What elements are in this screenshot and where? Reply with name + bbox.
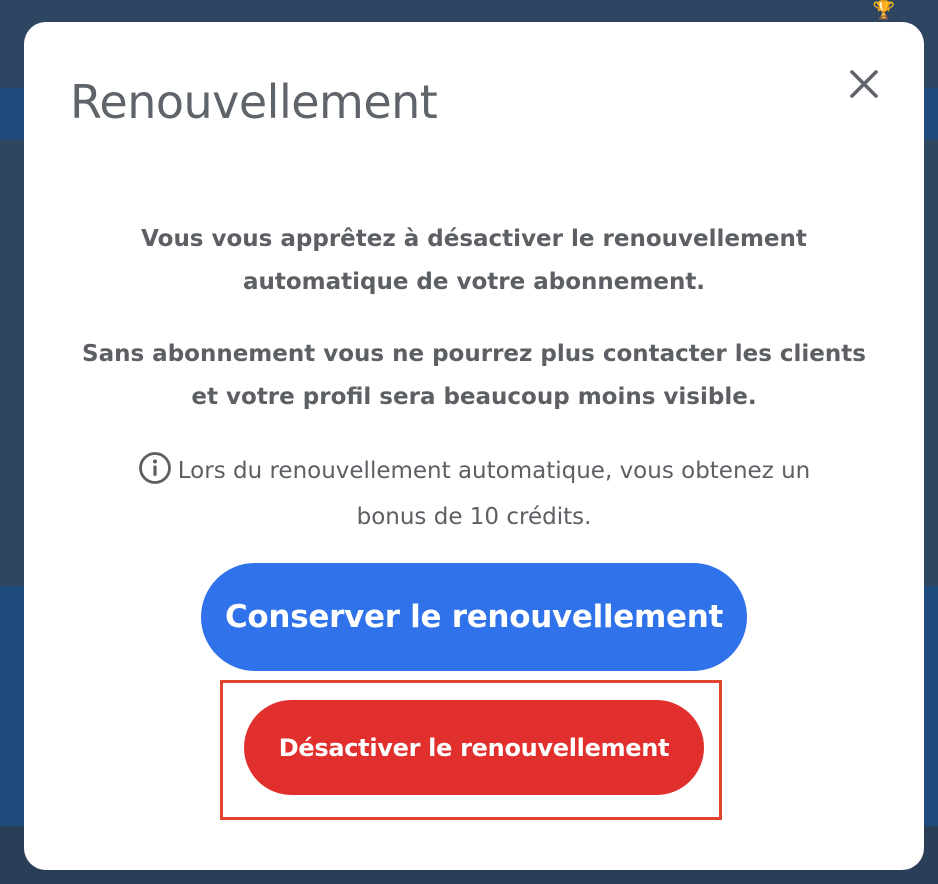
bonus-info-line-1: Lors du renouvellement automatique, vous…	[177, 458, 811, 484]
bonus-info-line-2: bonus de 10 crédits.	[356, 504, 592, 530]
consequence-line-1: Sans abonnement vous ne pourrez plus con…	[82, 341, 866, 367]
trophy-icon: 🏆	[872, 0, 896, 21]
renewal-modal: Renouvellement Vous vous apprêtez à désa…	[24, 22, 924, 870]
warning-line-1: Vous vous apprêtez à désactiver le renou…	[141, 226, 807, 252]
warning-line-2: automatique de votre abonnement.	[242, 269, 706, 295]
info-circle-icon	[138, 451, 172, 485]
consequence-line-2: et votre profil sera beaucoup moins visi…	[191, 384, 757, 410]
modal-title: Renouvellement	[70, 75, 438, 129]
disable-renewal-button[interactable]: Désactiver le renouvellement	[244, 700, 704, 795]
warning-paragraph: Vous vous apprêtez à désactiver le renou…	[64, 218, 884, 304]
close-button[interactable]	[844, 64, 884, 104]
consequence-paragraph: Sans abonnement vous ne pourrez plus con…	[64, 333, 884, 419]
bonus-info: Lors du renouvellement automatique, vous…	[104, 448, 844, 540]
keep-renewal-button[interactable]: Conserver le renouvellement	[201, 563, 747, 671]
close-icon	[844, 64, 884, 104]
disable-renewal-label: Désactiver le renouvellement	[278, 733, 670, 762]
keep-renewal-label: Conserver le renouvellement	[224, 599, 723, 635]
